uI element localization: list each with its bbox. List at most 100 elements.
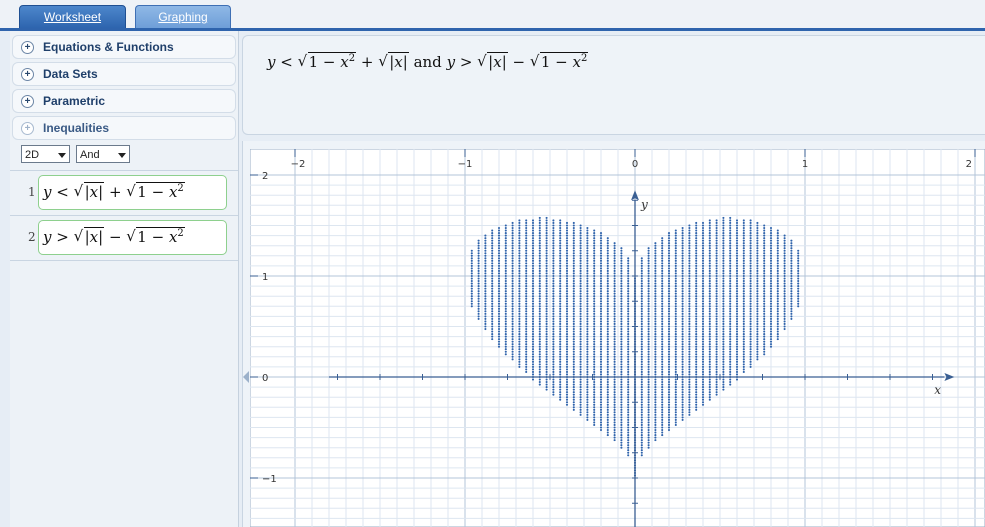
solution-point [667,391,671,394]
solution-point [627,363,630,366]
solution-point [606,338,609,341]
solution-point [497,285,501,288]
solution-point [647,317,650,320]
solution-point [599,421,603,424]
solution-point [586,418,589,421]
solution-point [538,312,541,315]
solution-point [525,229,528,232]
solution-point [661,307,664,310]
solution-point [647,312,650,315]
solution-point [627,408,630,411]
solution-point [729,221,732,225]
solution-point [606,333,609,336]
solution-point [565,259,569,262]
solution-point [525,322,528,326]
solution-point [749,322,752,326]
solution-point [531,338,535,341]
solution-point [749,330,752,333]
section-equations-functions[interactable]: + Equations & Functions [12,35,236,59]
solution-point [729,302,732,305]
dimension-select[interactable]: 2D [21,145,70,163]
solution-point [667,242,671,245]
solution-point [749,325,752,328]
solution-point [661,363,664,366]
graph-canvas[interactable]: xy−2 −1 0 1 2210−1 [250,149,985,527]
logic-select[interactable]: And [76,145,130,163]
solution-point [504,315,507,318]
solution-point [511,335,514,338]
solution-point [667,388,671,391]
solution-point [545,348,548,351]
inequality-input-1[interactable]: y < √ |x| + √ 1 − x2 [38,175,227,210]
solution-point [518,300,521,303]
solution-point [627,295,630,298]
solution-point [599,426,603,429]
solution-point [667,257,671,260]
solution-point [627,282,630,285]
solution-point [708,322,711,326]
inequality-input-2[interactable]: y > √ |x| − √ 1 − x2 [38,220,227,255]
solution-point [640,439,643,442]
solution-point [538,350,541,353]
sidebar: + Equations & Functions + Data Sets + Pa… [10,31,239,527]
solution-point [647,343,650,346]
solution-point [559,229,562,232]
solution-point [538,257,541,260]
solution-point [579,259,582,262]
solution-point [654,242,657,245]
solution-point [790,312,793,315]
solution-point [688,269,691,272]
solution-point [606,360,609,363]
solution-point [661,305,664,308]
solution-point [545,221,548,225]
solution-point [688,325,691,328]
solution-point [606,416,609,419]
solution-point [545,252,548,255]
solution-point [701,292,705,295]
solution-point [735,232,739,235]
solution-point [586,391,589,394]
solution-point [756,264,759,267]
solution-point [695,317,698,320]
solution-point [599,391,603,394]
solution-point [477,290,480,293]
solution-point [776,300,779,303]
solution-point [695,338,698,341]
solution-point [715,322,718,326]
solution-point [531,350,535,353]
solution-point [497,343,501,346]
solution-point [606,320,609,323]
solution-point [627,426,630,429]
solution-point [627,353,630,356]
solution-point [654,413,657,416]
solution-point [593,411,596,414]
tab-worksheet[interactable]: Worksheet [19,5,126,30]
solution-point [525,267,528,270]
solution-point [525,226,528,230]
solution-point [735,310,739,313]
solution-point [661,355,664,358]
solution-point [667,325,671,328]
solution-point [661,426,664,429]
solution-point [756,257,759,260]
solution-point [484,249,487,252]
dimension-select-value: 2D [25,149,40,161]
solution-point [579,348,582,351]
solution-point [599,428,603,432]
solution-point [688,413,691,416]
solution-point [572,401,575,404]
solution-point [661,312,664,315]
solution-point [586,237,589,240]
solution-point [531,373,535,376]
panel-collapse-arrow-icon[interactable] [243,371,249,383]
section-data-sets[interactable]: + Data Sets [12,62,236,86]
solution-point [627,378,630,381]
solution-point [620,310,623,313]
section-inequalities[interactable]: + Inequalities [12,116,236,140]
solution-point [565,353,569,356]
solution-point [790,292,793,295]
solution-point [538,368,541,371]
section-parametric[interactable]: + Parametric [12,89,236,113]
solution-point [640,368,643,371]
solution-point [627,272,630,275]
